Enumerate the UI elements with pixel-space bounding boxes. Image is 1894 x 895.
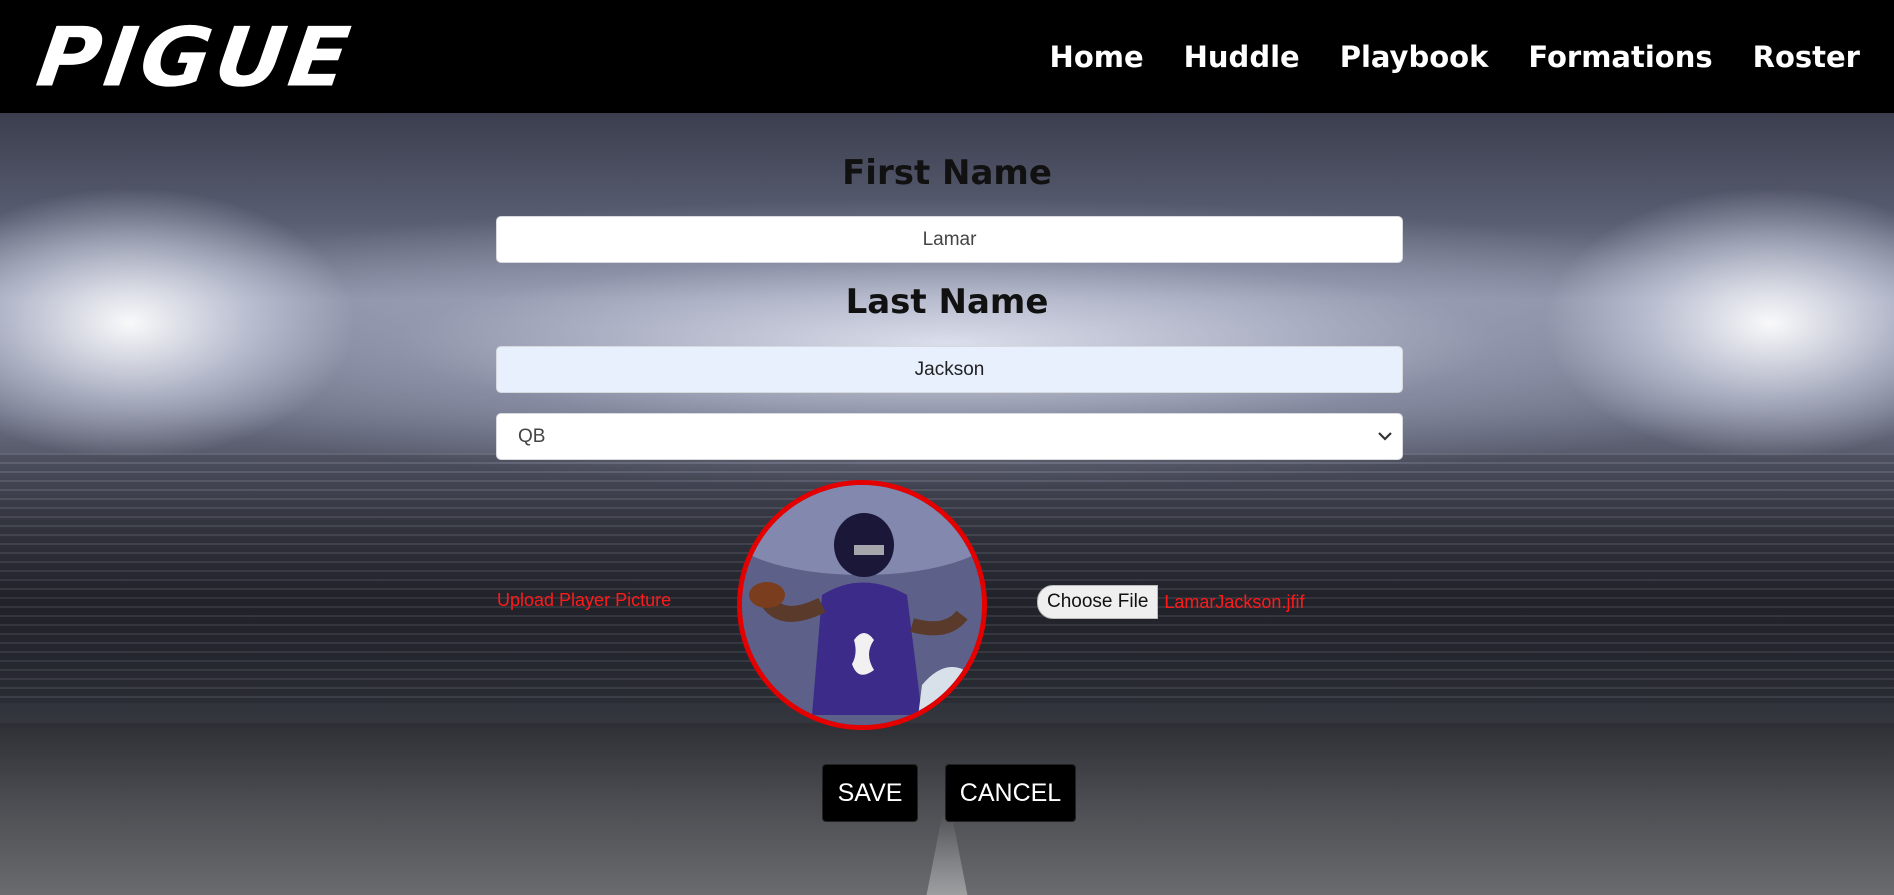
position-select[interactable]: QB (496, 413, 1403, 460)
save-button[interactable]: SAVE (822, 764, 918, 822)
last-name-input[interactable] (496, 346, 1403, 393)
player-photo (737, 480, 987, 730)
player-form: First Name Last Name QB Upload Player Pi… (0, 113, 1894, 895)
last-name-label: Last Name (845, 282, 1049, 322)
cancel-button[interactable]: CANCEL (945, 764, 1076, 822)
nav-link-home[interactable]: Home (1050, 40, 1144, 74)
upload-player-picture-label: Upload Player Picture (497, 590, 672, 610)
nav-link-roster[interactable]: Roster (1753, 40, 1860, 74)
player-photo-image (742, 485, 982, 725)
selected-file-name: LamarJackson.jfif (1164, 591, 1305, 612)
choose-file-button[interactable]: Choose File (1037, 585, 1159, 619)
first-name-label: First Name (842, 153, 1052, 193)
nav-link-huddle[interactable]: Huddle (1184, 40, 1300, 74)
first-name-input[interactable] (496, 216, 1403, 263)
chevron-down-icon (1378, 428, 1392, 446)
site-logo[interactable]: PIGUE (31, 10, 359, 105)
navbar: PIGUE Home Huddle Playbook Formations Ro… (0, 0, 1894, 113)
nav-links: Home Huddle Playbook Formations Roster (1010, 0, 1860, 113)
nav-link-playbook[interactable]: Playbook (1340, 40, 1489, 74)
position-select-value: QB (518, 425, 546, 447)
file-picker: Choose File LamarJackson.jfif (1037, 585, 1304, 619)
nav-link-formations[interactable]: Formations (1528, 40, 1712, 74)
